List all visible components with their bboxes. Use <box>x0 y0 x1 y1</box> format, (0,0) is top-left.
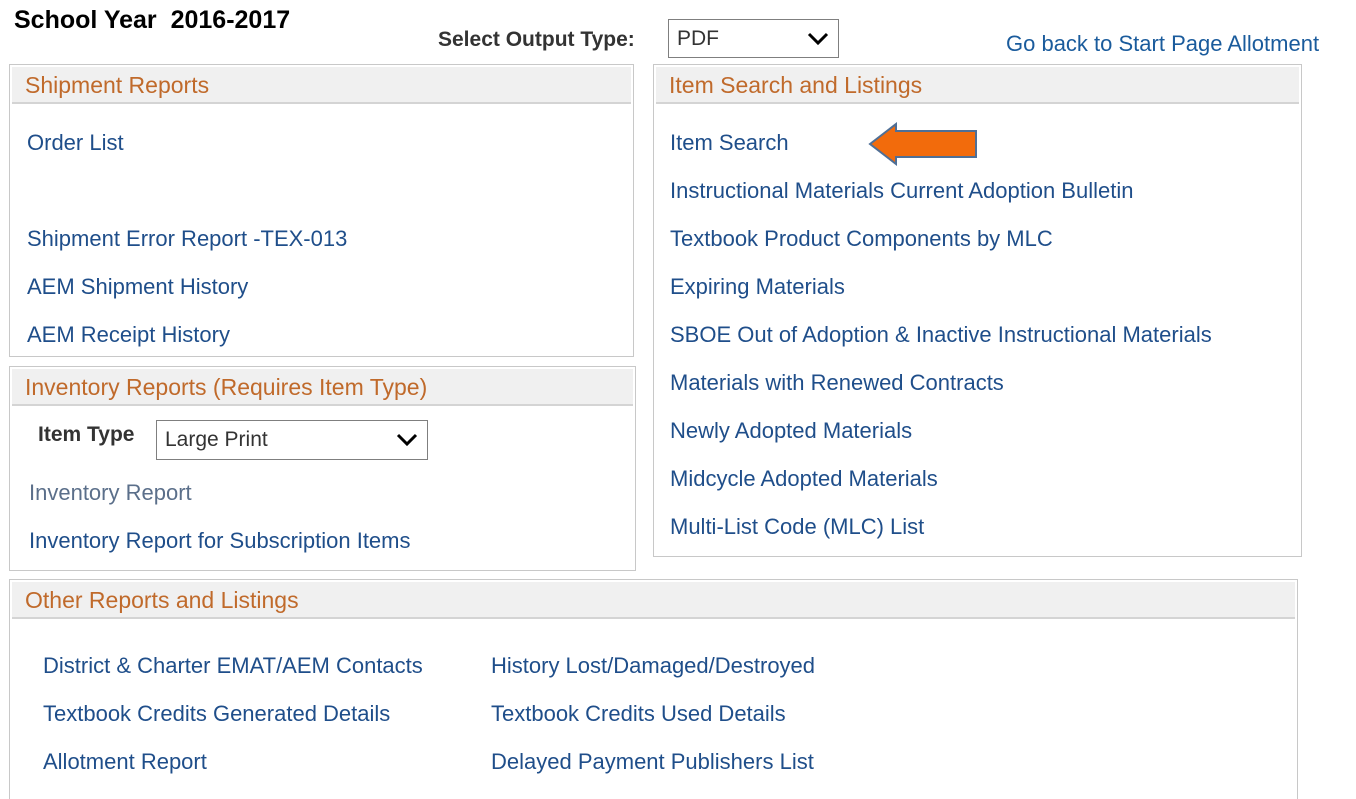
allotment-report-link[interactable]: Allotment Report <box>43 749 207 775</box>
adoption-bulletin-link[interactable]: Instructional Materials Current Adoption… <box>670 178 1133 204</box>
order-list-link[interactable]: Order List <box>27 130 124 156</box>
shipment-reports-panel: Shipment Reports Order List Shipment Err… <box>9 64 634 357</box>
school-year-value: 2016-2017 <box>170 6 291 34</box>
panel-header: Inventory Reports (Requires Item Type) <box>12 369 633 406</box>
item-type-select[interactable]: Large Print <box>156 420 428 460</box>
chevron-down-icon <box>396 433 418 447</box>
renewed-contracts-link[interactable]: Materials with Renewed Contracts <box>670 370 1004 396</box>
shipment-error-report-link[interactable]: Shipment Error Report -TEX-013 <box>27 226 347 252</box>
item-search-link[interactable]: Item Search <box>670 130 789 156</box>
page-title: School Year 2016-2017 <box>14 6 290 35</box>
emat-aem-contacts-link[interactable]: District & Charter EMAT/AEM Contacts <box>43 653 423 679</box>
chevron-down-icon <box>807 32 829 45</box>
inventory-report-link[interactable]: Inventory Report <box>29 480 192 506</box>
expiring-materials-link[interactable]: Expiring Materials <box>670 274 845 300</box>
inventory-reports-title: Inventory Reports (Requires Item Type) <box>25 374 428 400</box>
item-type-label: Item Type <box>38 423 135 446</box>
midcycle-adopted-link[interactable]: Midcycle Adopted Materials <box>670 466 938 492</box>
start-page-allotment-link[interactable]: Go back to Start Page Allotment <box>1006 31 1319 57</box>
output-type-label: Select Output Type: <box>438 28 635 51</box>
inventory-subscription-report-link[interactable]: Inventory Report for Subscription Items <box>29 528 411 554</box>
history-lost-damaged-link[interactable]: History Lost/Damaged/Destroyed <box>491 653 815 679</box>
item-search-title: Item Search and Listings <box>669 72 923 98</box>
arrow-left-icon <box>868 122 977 166</box>
inventory-reports-panel: Inventory Reports (Requires Item Type) I… <box>9 366 636 571</box>
sboe-out-of-adoption-link[interactable]: SBOE Out of Adoption & Inactive Instruct… <box>670 322 1212 348</box>
panel-header: Other Reports and Listings <box>12 582 1295 619</box>
mlc-list-link[interactable]: Multi-List Code (MLC) List <box>670 514 924 540</box>
newly-adopted-link[interactable]: Newly Adopted Materials <box>670 418 912 444</box>
credits-used-link[interactable]: Textbook Credits Used Details <box>491 701 786 727</box>
shipment-reports-title: Shipment Reports <box>25 72 210 98</box>
panel-header: Shipment Reports <box>12 67 631 104</box>
panel-header: Item Search and Listings <box>656 67 1299 104</box>
output-type-value: PDF <box>677 27 719 50</box>
aem-shipment-history-link[interactable]: AEM Shipment History <box>27 274 248 300</box>
other-reports-panel: Other Reports and Listings District & Ch… <box>9 579 1298 799</box>
credits-generated-link[interactable]: Textbook Credits Generated Details <box>43 701 390 727</box>
aem-receipt-history-link[interactable]: AEM Receipt History <box>27 322 230 348</box>
output-type-select[interactable]: PDF <box>668 19 839 58</box>
item-type-value: Large Print <box>165 428 268 451</box>
school-year-label: School Year <box>14 6 157 34</box>
other-reports-title: Other Reports and Listings <box>25 587 299 613</box>
delayed-payment-link[interactable]: Delayed Payment Publishers List <box>491 749 814 775</box>
product-components-link[interactable]: Textbook Product Components by MLC <box>670 226 1053 252</box>
